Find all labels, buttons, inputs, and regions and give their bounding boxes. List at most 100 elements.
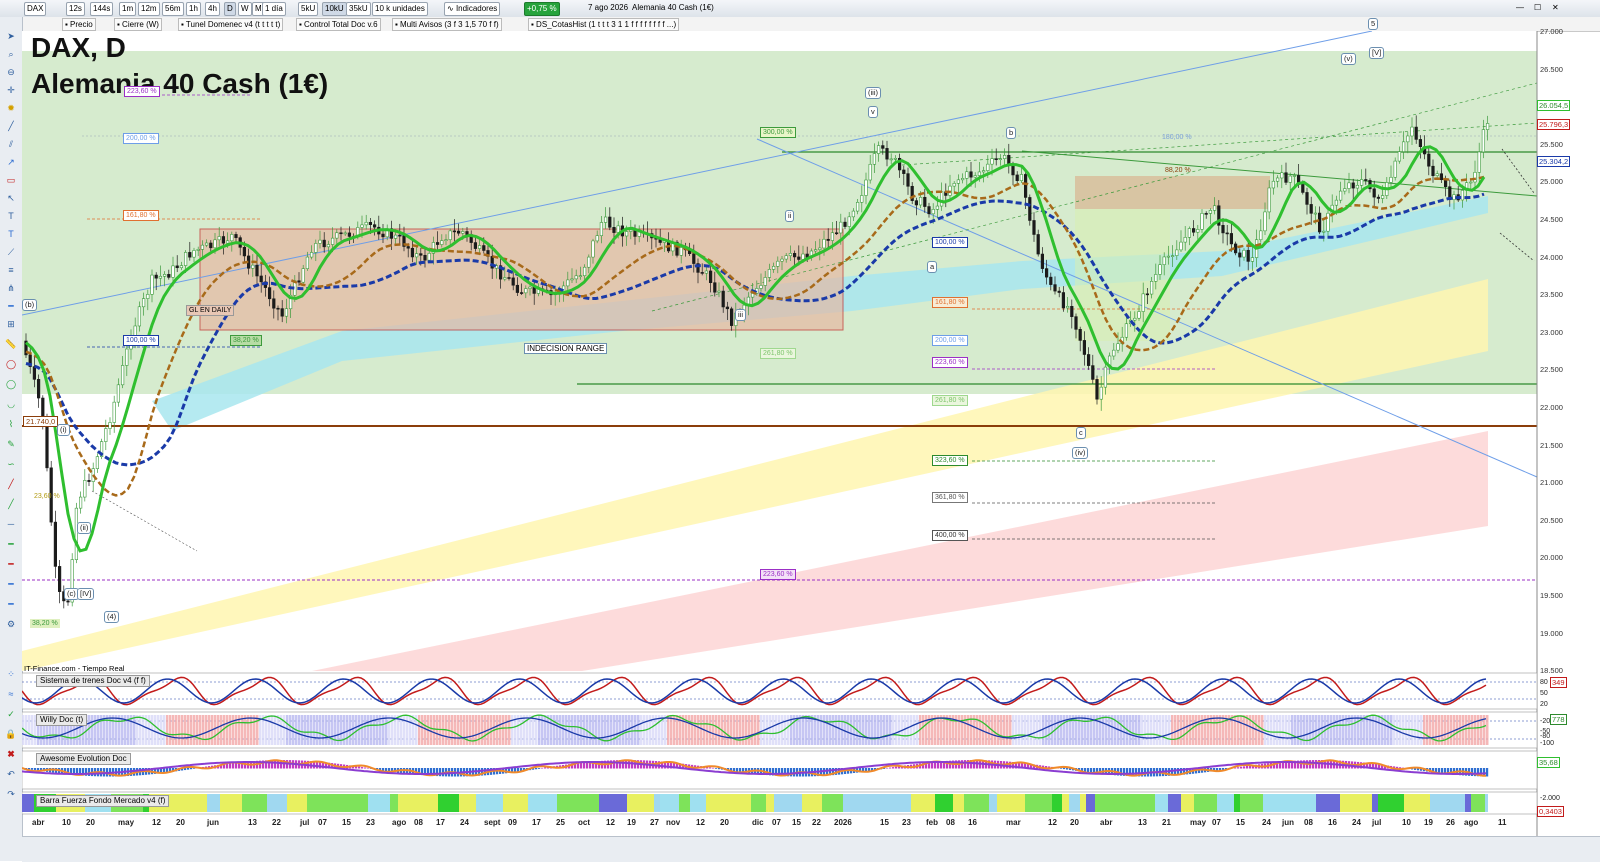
arc-icon[interactable]: ◡ [4, 397, 18, 411]
panel-title-fuerza[interactable]: Barra Fuerza Fondo Mercado v4 (f) [36, 795, 170, 807]
line-icon[interactable]: ╱ [4, 119, 18, 133]
hline-icon[interactable]: ─ [4, 517, 18, 531]
dots-icon[interactable]: ⁘ [4, 667, 18, 681]
lightbulb-icon[interactable]: ✹ [4, 101, 18, 115]
symbol-selector[interactable]: DAX [24, 2, 47, 16]
hline-blue-icon[interactable]: ━ [4, 577, 18, 591]
zoom-icon[interactable]: ⌕ [4, 47, 18, 61]
timeframe-144s[interactable]: 144s [90, 2, 114, 16]
timeframe-W[interactable]: W [238, 2, 252, 16]
willy-bar [1327, 715, 1330, 745]
ruler-icon[interactable]: 📏 [4, 337, 18, 351]
text-icon[interactable]: T [4, 209, 18, 223]
grid-icon[interactable]: ⊞ [4, 317, 18, 331]
crosshair-icon[interactable]: ✛ [4, 83, 18, 97]
fuerza-bar [528, 794, 537, 812]
candle-body [1431, 165, 1435, 176]
fuerza-bar [1378, 794, 1404, 812]
indicator-chip[interactable]: ▪ Cierre (W) [114, 18, 162, 31]
lock-icon[interactable]: 🔒 [4, 727, 18, 741]
period-selector[interactable]: 1 día [262, 2, 286, 16]
polyline-icon[interactable]: ⌇ [4, 417, 18, 431]
willy-bar [544, 715, 547, 745]
hline-red-icon[interactable]: ━ [4, 557, 18, 571]
sell-line-icon[interactable]: ╱ [4, 477, 18, 491]
trend-icon[interactable]: ↗ [4, 155, 18, 169]
willy-bar [775, 715, 778, 745]
ellipse-green-icon[interactable]: ◯ [4, 377, 18, 391]
fibonacci-icon[interactable]: ≡ [4, 263, 18, 277]
units-selector[interactable]: 10 k unidades [372, 2, 428, 16]
undo-icon[interactable]: ↶ [4, 767, 18, 781]
awesome-bar [1237, 767, 1240, 769]
indicator-chip[interactable]: ▪ Control Total Doc v.6 [296, 18, 381, 31]
channel-icon[interactable]: ⫽ [4, 137, 18, 151]
panel-title-trenes[interactable]: Sistema de trenes Doc v4 (f f) [36, 675, 150, 687]
candle-body [330, 237, 335, 245]
cycle-icon[interactable]: ∽ [4, 457, 18, 471]
maximize-icon[interactable]: ☐ [1532, 2, 1543, 14]
data-source: IT-Finance.com - Tiempo Real [24, 664, 125, 673]
hline-blue2-icon[interactable]: ━ [4, 597, 18, 611]
hline-green-icon[interactable]: ━ [4, 537, 18, 551]
indicator-chip[interactable]: ▪ Tunel Domenec v4 (t t t t t) [178, 18, 284, 31]
willy-bar [835, 715, 838, 745]
willy-bar [139, 715, 142, 745]
arrow-icon[interactable]: ↖ [4, 191, 18, 205]
pitchfork-icon[interactable]: ⋔ [4, 281, 18, 295]
fib-label: 38,20 % [30, 619, 60, 628]
indicator-chip[interactable]: ▪ Precio [62, 18, 96, 31]
candle-body [297, 280, 301, 283]
delete-icon[interactable]: ✖ [4, 747, 18, 761]
awesome-bar [886, 767, 889, 769]
candle-body [1040, 253, 1044, 269]
timeframe-56m[interactable]: 56m [162, 2, 184, 16]
candle-body [788, 253, 792, 257]
check-icon[interactable]: ✓ [4, 707, 18, 721]
indicator-chip[interactable]: ▪ DS_CotasHist (1 t t t 3 1 1 f f f f f … [528, 18, 680, 31]
willy-bar [709, 715, 712, 745]
willy-bar [958, 715, 961, 745]
indicator-chip[interactable]: ▪ Multi Avisos (3 f 3 1,5 70 f f) [392, 18, 502, 31]
timeframe-D[interactable]: D [224, 2, 236, 16]
timeframe-1h[interactable]: 1h [186, 2, 201, 16]
measure-icon[interactable]: ⟋ [4, 245, 18, 259]
redo-icon[interactable]: ↷ [4, 787, 18, 801]
candle-body [116, 384, 120, 403]
ray-icon[interactable]: ━ [4, 299, 18, 313]
willy-bar [1432, 715, 1435, 745]
brush-icon[interactable]: ✎ [4, 437, 18, 451]
candle-body [608, 216, 612, 228]
price-axis-label: 22.000 [1540, 403, 1563, 412]
timeframe-12s[interactable]: 12s [66, 2, 85, 16]
price-chart[interactable] [22, 31, 1600, 836]
fib-label: 161,80 % [123, 210, 159, 221]
p2-scale-80: -80 [1540, 733, 1551, 740]
panel-title-awesome[interactable]: Awesome Evolution Doc [36, 753, 131, 765]
text-box-icon[interactable]: T [4, 227, 18, 241]
tick-10kU[interactable]: 10kU [322, 2, 347, 16]
rectangle-icon[interactable]: ▭ [4, 173, 18, 187]
ellipse-icon[interactable]: ◯ [4, 357, 18, 371]
tick-35kU[interactable]: 35kU [346, 2, 371, 16]
willy-bar [1276, 715, 1279, 745]
timeframe-1m[interactable]: 1m [119, 2, 137, 16]
close-icon[interactable]: ✕ [1550, 2, 1561, 14]
willy-bar [808, 715, 811, 745]
willy-bar [997, 715, 1000, 745]
candle-body [272, 298, 276, 309]
indicators-button[interactable]: ∿ Indicadores [444, 2, 501, 16]
wave-icon[interactable]: ≈ [4, 687, 18, 701]
timeframe-12m[interactable]: 12m [138, 2, 160, 16]
zoom-out-icon[interactable]: ⊖ [4, 65, 18, 79]
panel-title-willy[interactable]: Willy Doc (t) [36, 714, 88, 726]
fuerza-bars [22, 794, 1488, 812]
buy-line-icon[interactable]: ╱ [4, 497, 18, 511]
willy-bar [1450, 715, 1453, 745]
tick-5kU[interactable]: 5kU [298, 2, 319, 16]
settings-icon[interactable]: ⚙ [4, 617, 18, 631]
timeframe-4h[interactable]: 4h [205, 2, 220, 16]
minimize-icon[interactable]: — [1514, 2, 1526, 14]
cursor-icon[interactable]: ➤ [4, 29, 18, 43]
candle-body [255, 264, 259, 277]
